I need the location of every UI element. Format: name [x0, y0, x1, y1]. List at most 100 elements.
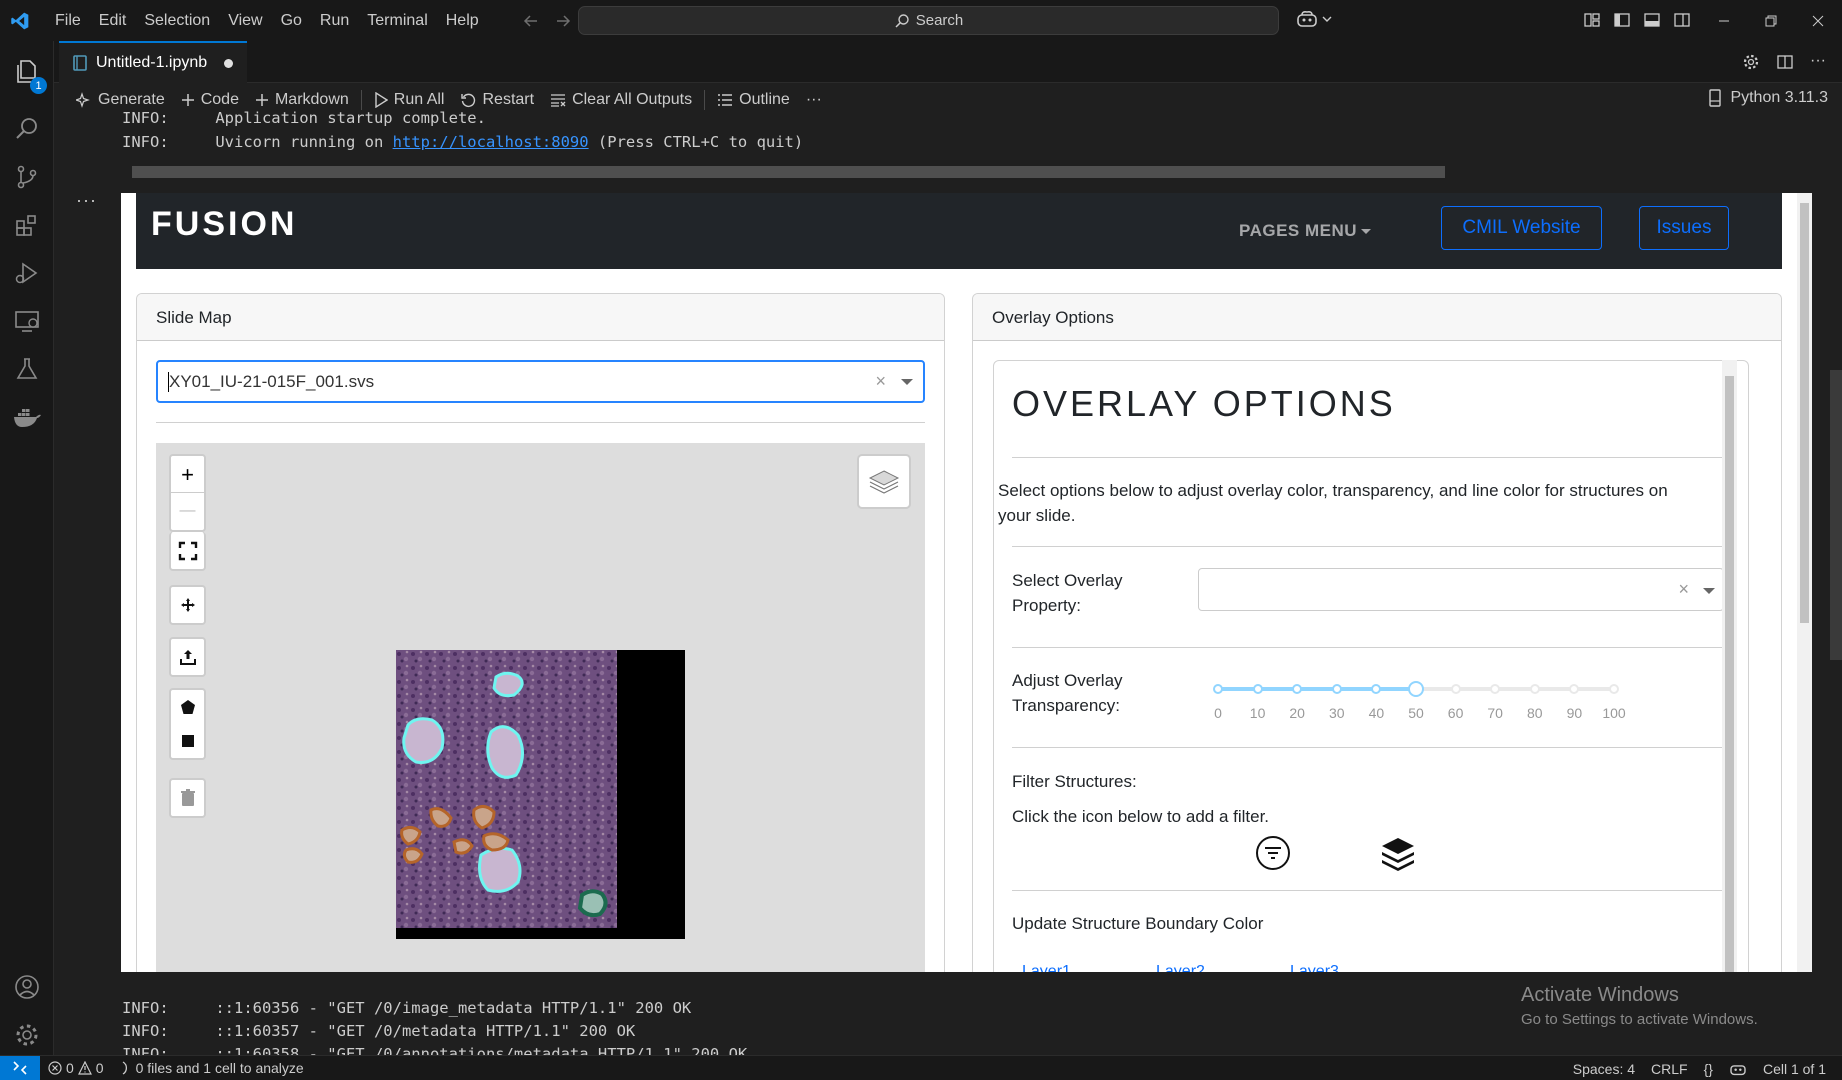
draw-polygon-button[interactable] [171, 690, 204, 724]
app-brand[interactable]: FUSION [151, 205, 297, 244]
eol-button[interactable]: CRLF [1643, 1061, 1696, 1077]
cell-position-button[interactable]: Cell 1 of 1 [1755, 1061, 1834, 1077]
slide-select-dropdown[interactable]: XY01_IU-21-015F_001.svs × [156, 360, 925, 403]
unsaved-dot-icon[interactable] [224, 58, 234, 68]
cell-output-more-icon[interactable]: ··· [76, 190, 97, 211]
problems-indicator[interactable]: 0 0 [40, 1060, 112, 1076]
localhost-link[interactable]: http://localhost:8090 [393, 133, 589, 151]
clear-selection-icon[interactable]: × [875, 371, 886, 392]
source-control-icon[interactable] [0, 153, 54, 201]
settings-gear-icon[interactable] [1742, 53, 1760, 71]
menu-selection[interactable]: Selection [135, 0, 219, 41]
slider-step-dot[interactable] [1529, 684, 1540, 694]
copilot-status-button[interactable] [1721, 1062, 1755, 1076]
layers-control-button[interactable] [857, 454, 911, 509]
menu-edit[interactable]: Edit [90, 0, 136, 41]
clear-selection-icon[interactable]: × [1678, 579, 1689, 600]
overlay-options-header: Overlay Options [973, 294, 1781, 341]
menu-file[interactable]: File [46, 0, 90, 41]
close-window-icon[interactable] [1794, 0, 1841, 41]
scrollbar-thumb[interactable] [1800, 203, 1809, 623]
search-view-icon[interactable] [0, 105, 54, 153]
draw-rectangle-button[interactable] [171, 724, 204, 758]
forward-arrow-icon[interactable] [554, 12, 572, 30]
cmil-website-button[interactable]: CMIL Website [1441, 206, 1602, 250]
accounts-icon[interactable] [0, 963, 54, 1011]
overlay-panel-scrollbar[interactable] [1722, 360, 1737, 972]
zoom-in-button[interactable]: + [171, 457, 204, 493]
clear-all-outputs-button[interactable]: Clear All Outputs [542, 85, 700, 115]
scrollbar-thumb[interactable] [132, 166, 1445, 178]
scrollbar-thumb[interactable] [1725, 376, 1734, 972]
menu-help[interactable]: Help [437, 0, 488, 41]
layer-tab-1[interactable]: Layer1 [1022, 963, 1071, 972]
command-search-box[interactable]: Search [578, 6, 1279, 35]
overlay-description: Select options below to adjust overlay c… [998, 481, 1668, 525]
more-actions-icon[interactable]: ··· [1810, 53, 1826, 71]
slider-step-dot[interactable] [1331, 684, 1342, 694]
analysis-label: 0 files and 1 cell to analyze [135, 1060, 304, 1076]
pages-menu-dropdown[interactable]: PAGES MENU [1239, 221, 1372, 241]
slider-step-dot[interactable] [1371, 684, 1382, 694]
draw-tools [169, 688, 206, 760]
extensions-icon[interactable] [0, 201, 54, 249]
slider-step-dot[interactable] [1252, 684, 1263, 694]
toggle-secondary-sidebar-icon[interactable] [1673, 11, 1691, 29]
rectangle-icon [180, 733, 196, 749]
slider-step-dot[interactable] [1292, 684, 1303, 694]
layer-stack-icon[interactable] [1380, 835, 1416, 871]
menu-run[interactable]: Run [311, 0, 358, 41]
toggle-primary-sidebar-icon[interactable] [1613, 11, 1631, 29]
restore-icon[interactable] [1747, 0, 1794, 41]
back-arrow-icon[interactable] [522, 12, 540, 30]
slider-handle[interactable] [1408, 681, 1424, 697]
menu-view[interactable]: View [219, 0, 271, 41]
upload-shapes-button[interactable] [169, 637, 206, 677]
transparency-slider[interactable]: 0 10 20 30 40 50 60 70 80 90 100 [1213, 679, 1686, 729]
overlay-property-dropdown[interactable]: × [1198, 568, 1724, 611]
slider-step-dot[interactable] [1490, 684, 1501, 694]
tab-untitled-notebook[interactable]: Untitled-1.ipynb [59, 41, 247, 83]
zoom-out-button[interactable]: — [171, 493, 204, 529]
webview-scrollbar[interactable] [1797, 193, 1812, 972]
split-editor-icon[interactable] [1776, 53, 1794, 71]
cell-output-top: INFO: Application startup complete. INFO… [54, 109, 1842, 187]
slider-step-dot[interactable] [1569, 684, 1580, 694]
add-filter-icon[interactable] [1255, 835, 1291, 871]
fullscreen-button[interactable] [169, 532, 206, 571]
toggle-panel-icon[interactable] [1643, 11, 1661, 29]
minimize-icon[interactable] [1700, 0, 1747, 41]
language-braces-button[interactable]: {} [1696, 1061, 1721, 1077]
explorer-icon[interactable]: 1 [0, 47, 54, 95]
horizontal-scrollbar[interactable] [122, 166, 1818, 178]
menu-go[interactable]: Go [272, 0, 311, 41]
slider-step-dot[interactable] [1213, 684, 1223, 694]
docker-icon[interactable] [0, 393, 54, 441]
kernel-picker[interactable]: Python 3.11.3 [1708, 89, 1828, 107]
run-debug-icon[interactable] [0, 249, 54, 297]
editor-scrollbar-thumb[interactable] [1830, 370, 1842, 660]
toolbar-more-button[interactable]: ··· [798, 85, 830, 115]
chevron-down-icon [1322, 14, 1332, 24]
slide-map-viewer[interactable]: + — [156, 443, 925, 972]
layer-tab-2[interactable]: Layer2 [1156, 963, 1205, 972]
manage-gear-icon[interactable] [0, 1011, 54, 1059]
remote-indicator-button[interactable] [0, 1055, 40, 1080]
layer-tab-3[interactable]: Layer3 [1290, 963, 1339, 972]
remote-explorer-icon[interactable] [0, 297, 54, 345]
indentation-button[interactable]: Spaces: 4 [1565, 1061, 1643, 1077]
menu-terminal[interactable]: Terminal [358, 0, 436, 41]
slide-tile-image[interactable] [396, 650, 685, 939]
delete-shapes-button[interactable] [169, 778, 206, 818]
issues-button[interactable]: Issues [1639, 206, 1729, 250]
slider-step-dot[interactable] [1609, 684, 1619, 694]
slider-step-dot[interactable] [1450, 684, 1461, 694]
pan-button[interactable] [169, 585, 206, 625]
dropdown-arrow-icon[interactable] [1703, 588, 1715, 594]
testing-icon[interactable] [0, 345, 54, 393]
outline-button[interactable]: Outline [709, 85, 798, 115]
copilot-menu[interactable] [1296, 10, 1332, 28]
analysis-status[interactable]: 0 files and 1 cell to analyze [112, 1060, 312, 1076]
customize-layout-icon[interactable] [1583, 11, 1601, 29]
dropdown-arrow-icon[interactable] [901, 379, 913, 385]
